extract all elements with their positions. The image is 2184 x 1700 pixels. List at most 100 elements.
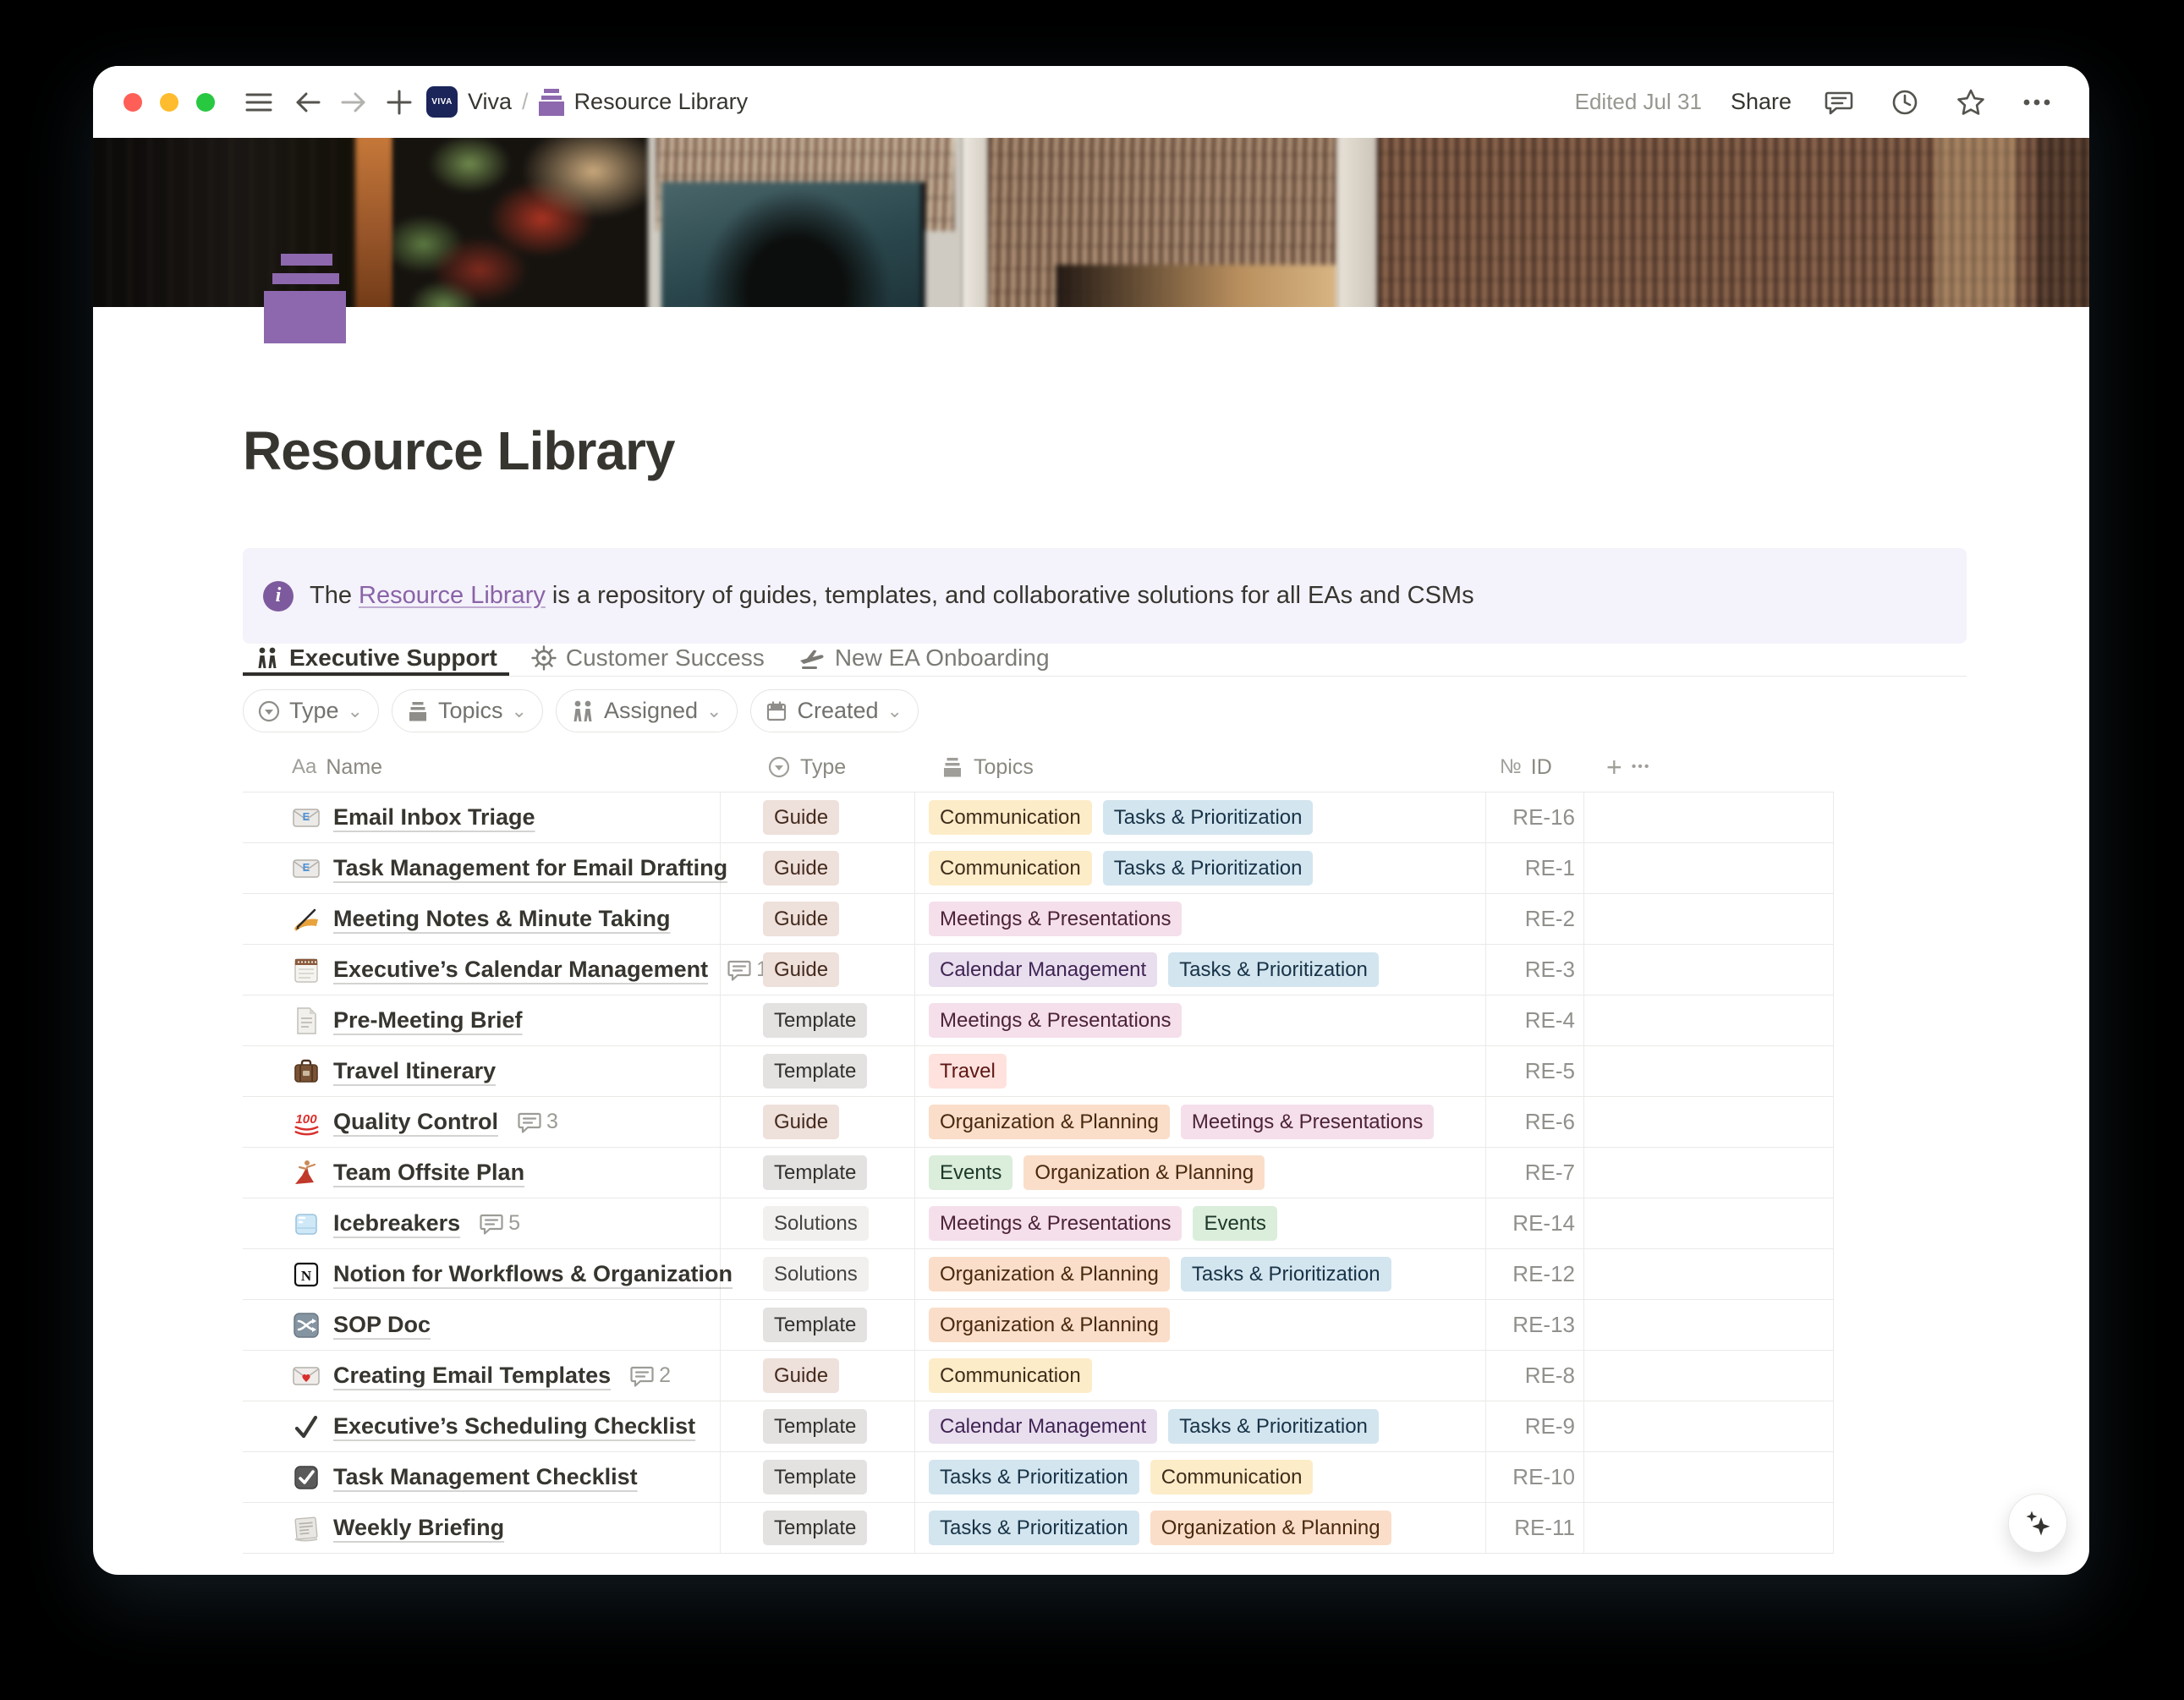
type-cell[interactable]: Template [721, 1300, 915, 1350]
page-link[interactable]: Task Management for Email Drafting [333, 855, 727, 881]
id-cell[interactable]: RE-1 [1486, 843, 1584, 893]
page-title[interactable]: Resource Library [243, 420, 674, 482]
topics-cell[interactable]: Calendar Management Tasks & Prioritizatio… [915, 1401, 1486, 1451]
topics-cell[interactable]: Communication [915, 1351, 1486, 1401]
name-cell[interactable]: 100Quality Control3 [243, 1097, 721, 1147]
topic-tag[interactable]: Organization & Planning [1023, 1155, 1265, 1190]
topics-cell[interactable]: Tasks & PrioritizationCommunication [915, 1452, 1486, 1502]
topics-cell[interactable]: Organization & PlanningTasks & Prioritiz… [915, 1249, 1486, 1299]
page-link[interactable]: Executive’s Calendar Management [333, 957, 708, 983]
page-link[interactable]: Weekly Briefing [333, 1515, 504, 1541]
topic-tag[interactable]: Tasks & Prioritization [1103, 800, 1314, 835]
id-cell[interactable]: RE-10 [1486, 1452, 1584, 1502]
topics-cell[interactable]: Meetings & Presentations [915, 995, 1486, 1045]
table-row[interactable]: SOP DocTemplateOrganization & PlanningRE… [243, 1300, 1834, 1351]
type-cell[interactable]: Guide [721, 792, 915, 842]
share-button[interactable]: Share [1731, 89, 1792, 115]
id-cell[interactable]: RE-16 [1486, 792, 1584, 842]
type-cell[interactable]: Guide [721, 894, 915, 944]
id-cell[interactable]: RE-13 [1486, 1300, 1584, 1350]
new-tab-plus-icon[interactable] [381, 84, 418, 121]
type-tag[interactable]: Template [763, 1409, 867, 1444]
page-link[interactable]: Creating Email Templates [333, 1363, 611, 1389]
comments-icon[interactable] [1820, 84, 1857, 121]
table-row[interactable]: EEmail Inbox TriageGuide Communication Tas… [243, 792, 1834, 843]
zoom-traffic-light[interactable] [196, 93, 215, 112]
name-cell[interactable]: EEmail Inbox Triage [243, 792, 721, 842]
name-cell[interactable]: Task Management Checklist [243, 1452, 721, 1502]
id-cell[interactable]: RE-8 [1486, 1351, 1584, 1401]
type-cell[interactable]: Template [721, 995, 915, 1045]
table-row[interactable]: Travel ItineraryTemplateTravelRE-5 [243, 1046, 1834, 1097]
page-link[interactable]: Meeting Notes & Minute Taking [333, 906, 671, 932]
table-row[interactable]: NNotion for Workflows & OrganizationSolu… [243, 1249, 1834, 1300]
type-cell[interactable]: Guide [721, 945, 915, 995]
page-link[interactable]: Travel Itinerary [333, 1058, 496, 1084]
topic-tag[interactable]: Communication [929, 800, 1092, 835]
type-tag[interactable]: Guide [763, 952, 839, 987]
favorite-star-icon[interactable] [1952, 84, 1989, 121]
id-cell[interactable]: RE-3 [1486, 945, 1584, 995]
type-cell[interactable]: Template [721, 1401, 915, 1451]
resource-library-link[interactable]: Resource Library [359, 582, 546, 609]
name-cell[interactable]: Executive’s Calendar Management1 [243, 945, 721, 995]
filter-created[interactable]: Created⌄ [750, 689, 919, 732]
topic-tag[interactable]: Communication [929, 1358, 1092, 1393]
table-row[interactable]: Pre-Meeting BriefTemplateMeetings & Pres… [243, 995, 1834, 1046]
page-link[interactable]: Quality Control [333, 1109, 498, 1135]
column-header-name[interactable]: AaName [243, 743, 721, 792]
comment-count-badge[interactable]: 3 [518, 1110, 558, 1134]
page-link[interactable]: Executive’s Scheduling Checklist [333, 1413, 695, 1440]
topic-tag[interactable]: Tasks & Prioritization [929, 1460, 1139, 1494]
type-tag[interactable]: Guide [763, 1105, 839, 1139]
column-header-type[interactable]: Type [721, 743, 915, 792]
tab-new-ea-onboarding[interactable]: New EA Onboarding [787, 644, 1062, 676]
page-link[interactable]: Icebreakers [333, 1210, 460, 1237]
name-cell[interactable]: Travel Itinerary [243, 1046, 721, 1096]
table-row[interactable]: Task Management Checklist Template Tasks &… [243, 1452, 1834, 1503]
table-row[interactable]: Team Offsite PlanTemplateEventsOrganizat… [243, 1148, 1834, 1198]
page-link[interactable]: Notion for Workflows & Organization [333, 1261, 733, 1287]
type-tag[interactable]: Template [763, 1460, 867, 1494]
table-row[interactable]: ETask Management for Email DraftingGuide… [243, 843, 1834, 894]
type-tag[interactable]: Guide [763, 1358, 839, 1393]
type-tag[interactable]: Template [763, 1308, 867, 1342]
name-cell[interactable]: Executive’s Scheduling Checklist [243, 1401, 721, 1451]
id-cell[interactable]: RE-7 [1486, 1148, 1584, 1198]
id-cell[interactable]: RE-12 [1486, 1249, 1584, 1299]
more-options-icon[interactable] [2018, 84, 2055, 121]
type-tag[interactable]: Guide [763, 902, 839, 936]
table-row[interactable]: Creating Email Templates 2 Guide Communicat… [243, 1351, 1834, 1401]
breadcrumb-workspace[interactable]: Viva [468, 89, 512, 115]
cover-image[interactable] [93, 138, 2089, 307]
topics-cell[interactable]: Travel [915, 1046, 1486, 1096]
id-cell[interactable]: RE-4 [1486, 995, 1584, 1045]
add-column-button[interactable]: + [1606, 752, 1622, 783]
close-traffic-light[interactable] [123, 93, 142, 112]
topics-cell[interactable]: Organization & Planning [915, 1300, 1486, 1350]
name-cell[interactable]: Creating Email Templates 2 [243, 1351, 721, 1401]
topics-cell[interactable]: Calendar ManagementTasks & Prioritizatio… [915, 945, 1486, 995]
type-cell[interactable]: Guide [721, 1351, 915, 1401]
type-tag[interactable]: Template [763, 1054, 867, 1089]
topic-tag[interactable]: Travel [929, 1054, 1007, 1089]
type-cell[interactable]: Guide [721, 1097, 915, 1147]
topic-tag[interactable]: Tasks & Prioritization [1168, 1409, 1379, 1444]
comment-count-badge[interactable]: 2 [630, 1363, 671, 1388]
type-cell[interactable]: Solutions [721, 1249, 915, 1299]
name-cell[interactable]: Icebreakers5 [243, 1198, 721, 1248]
topic-tag[interactable]: Meetings & Presentations [929, 1206, 1182, 1241]
type-cell[interactable]: Solutions [721, 1198, 915, 1248]
topic-tag[interactable]: Calendar Management [929, 1409, 1157, 1444]
name-cell[interactable]: Weekly Briefing [243, 1503, 721, 1553]
back-icon[interactable] [289, 84, 327, 121]
page-archive-box-icon[interactable] [264, 254, 347, 343]
id-cell[interactable]: RE-14 [1486, 1198, 1584, 1248]
name-cell[interactable]: NNotion for Workflows & Organization [243, 1249, 721, 1299]
topic-tag[interactable]: Communication [929, 851, 1092, 886]
history-clock-icon[interactable] [1886, 84, 1923, 121]
type-tag[interactable]: Template [763, 1155, 867, 1190]
topic-tag[interactable]: Meetings & Presentations [1181, 1105, 1434, 1139]
topic-tag[interactable]: Events [929, 1155, 1012, 1190]
topic-tag[interactable]: Organization & Planning [929, 1105, 1170, 1139]
